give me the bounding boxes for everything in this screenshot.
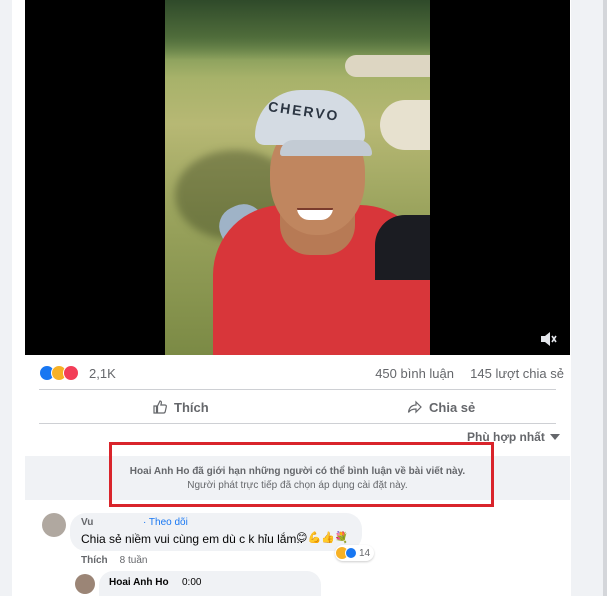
- follow-link[interactable]: · Theo dõi: [143, 517, 188, 528]
- page-gutter-left: [0, 0, 12, 596]
- comment-emojis: 😊💪👍💐: [296, 532, 349, 544]
- reply-author[interactable]: Hoai Anh Ho: [109, 577, 169, 588]
- sand-bunker: [345, 55, 430, 77]
- share-button[interactable]: Chia sẻ: [407, 391, 475, 423]
- caret-down-icon: [549, 434, 560, 440]
- share-count[interactable]: 145 lượt chia sẻ: [470, 366, 564, 381]
- love-reaction-icon: [63, 365, 79, 381]
- comment-actions: Thích 8 tuần: [81, 555, 147, 566]
- page-gutter-right: [571, 0, 607, 596]
- comment-like-button[interactable]: Thích: [81, 555, 108, 566]
- reaction-summary[interactable]: [39, 365, 87, 383]
- share-arrow-icon: [407, 400, 422, 414]
- thumbs-up-icon: [153, 400, 167, 414]
- video-player[interactable]: CHERVO: [25, 0, 570, 355]
- like-reaction-icon: [345, 547, 357, 559]
- comment-author[interactable]: Vu: [81, 517, 93, 528]
- comment-timestamp[interactable]: 8 tuần: [120, 555, 148, 566]
- avatar[interactable]: [75, 574, 95, 594]
- red-highlight-box: [109, 442, 494, 507]
- post-card: CHERVO 2,1K 450 bình luận 145 lượt chia …: [25, 0, 570, 596]
- reply-timecode: 0:00: [182, 577, 202, 588]
- cap-brim: [280, 140, 372, 156]
- scrollbar[interactable]: [603, 0, 607, 596]
- post-actions: Thích Chia sẻ: [39, 391, 556, 423]
- comment-text: Chia sẻ niềm vui cùng em dù c k hỉu lắm.…: [81, 532, 304, 546]
- comment-reaction-count: 14: [359, 547, 371, 559]
- dark-arm: [375, 215, 430, 280]
- reaction-count[interactable]: 2,1K: [89, 366, 116, 381]
- comment-reactions[interactable]: 14: [335, 545, 375, 561]
- share-button-label: Chia sẻ: [429, 399, 476, 415]
- post-stats: 2,1K 450 bình luận 145 lượt chia sẻ: [39, 363, 564, 385]
- avatar[interactable]: [42, 513, 66, 537]
- like-button[interactable]: Thích: [152, 391, 209, 423]
- video-frame: CHERVO: [165, 0, 430, 355]
- speaker-muted-icon[interactable]: [539, 330, 557, 348]
- divider: [39, 423, 556, 424]
- divider: [39, 389, 556, 390]
- sand-bunker-2: [380, 100, 430, 150]
- comment-count[interactable]: 450 bình luận: [375, 366, 454, 381]
- trees-background: [165, 0, 430, 60]
- like-button-label: Thích: [174, 399, 209, 415]
